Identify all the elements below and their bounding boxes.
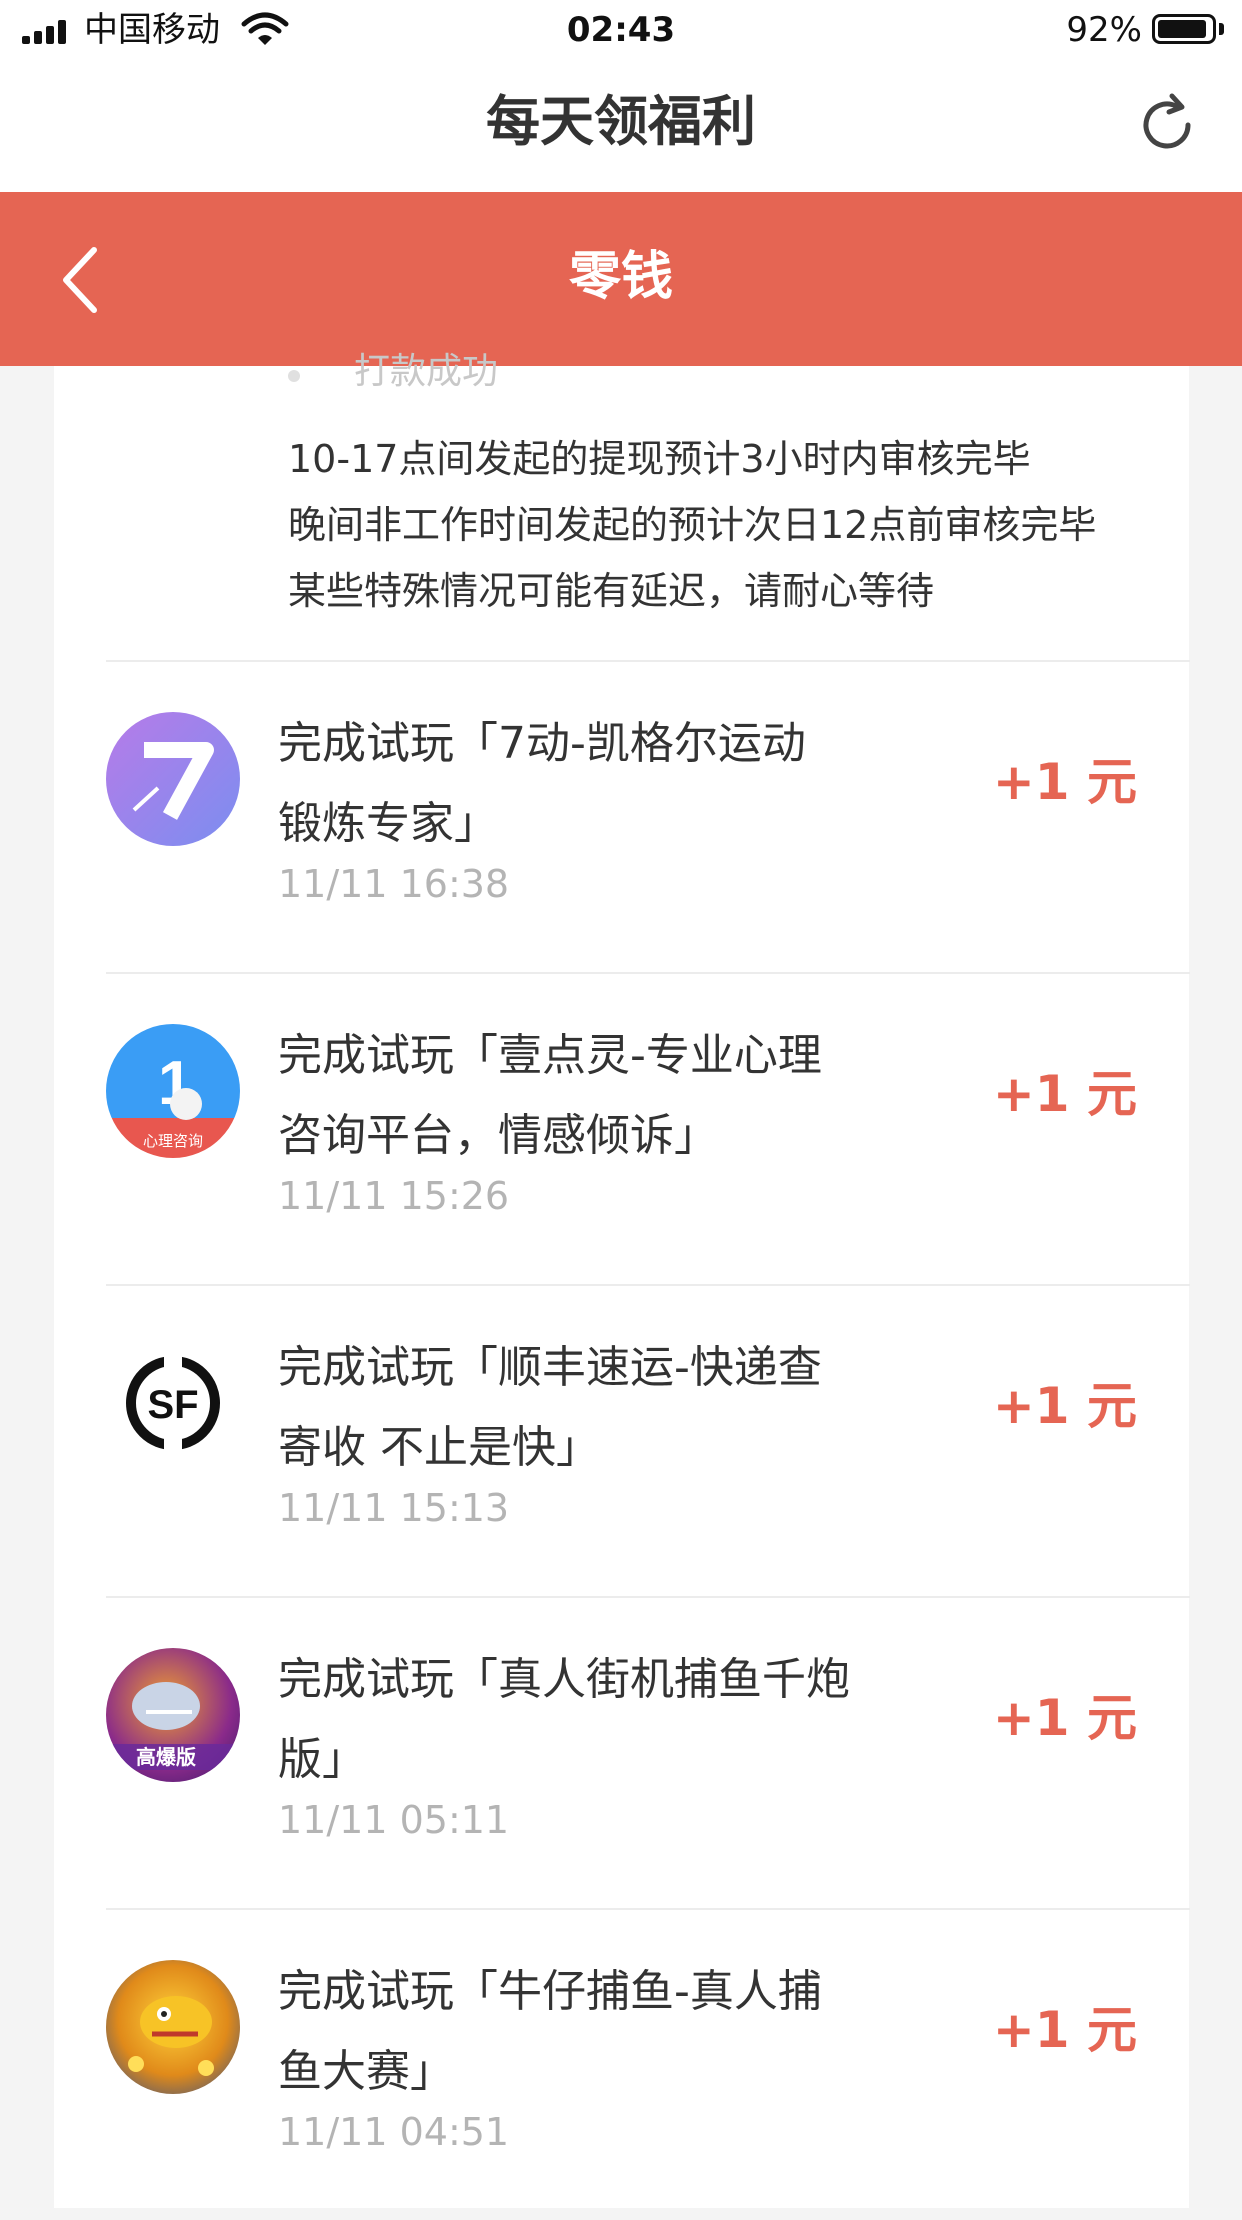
refresh-icon[interactable] xyxy=(1132,90,1202,160)
task-time: 11/11 05:11 xyxy=(278,1798,510,1842)
task-title-line2: 版」 xyxy=(278,1734,366,1785)
task-time: 11/11 16:38 xyxy=(278,862,510,906)
task-title-line2: 锻炼专家」 xyxy=(278,798,498,849)
app-sf-icon: SF xyxy=(106,1336,240,1470)
note-line: 晚间非工作时间发起的预计次日12点前审核完毕 xyxy=(288,503,1097,547)
task-time: 11/11 15:26 xyxy=(278,1174,510,1218)
task-title-line1: 完成试玩「牛仔捕鱼-真人捕 xyxy=(278,1966,822,2017)
note-line: 某些特殊情况可能有延迟，请耐心等待 xyxy=(288,569,935,613)
app-icon-label: 心理咨询 xyxy=(143,1132,203,1150)
task-title-line1: 完成试玩「顺丰速运-快递查 xyxy=(278,1342,822,1393)
header-title: 零钱 xyxy=(568,247,673,307)
task-title-line1: 完成试玩「7动-凯格尔运动 xyxy=(278,718,806,769)
app-cowboy-fishing-icon xyxy=(106,1960,240,2094)
task-title: 完成试玩「牛仔捕鱼-真人捕 鱼大赛」 xyxy=(278,1952,918,2112)
title-bar: 每天领福利 xyxy=(0,62,1242,192)
task-time: 11/11 04:51 xyxy=(278,2110,510,2154)
task-title: 完成试玩「顺丰速运-快递查 寄收 不止是快」 xyxy=(278,1328,918,1488)
task-title-line1: 完成试玩「壹点灵-专业心理 xyxy=(278,1030,822,1081)
task-row[interactable]: 1 心理咨询 完成试玩「壹点灵-专业心理 咨询平台，情感倾诉」 11/11 15… xyxy=(54,974,1189,1284)
battery-tip xyxy=(1219,23,1224,35)
battery-fill xyxy=(1158,20,1206,38)
peek-status-text: 打款成功 xyxy=(354,351,499,392)
task-reward: +1 元 xyxy=(992,2001,1137,2059)
task-reward: +1 元 xyxy=(992,753,1137,811)
task-title: 完成试玩「真人街机捕鱼千炮 版」 xyxy=(278,1640,918,1800)
task-reward: +1 元 xyxy=(992,1689,1137,1747)
task-reward: +1 元 xyxy=(992,1377,1137,1435)
battery-icon xyxy=(1152,14,1216,44)
withdraw-notes: 10-17点间发起的提现预计3小时内审核完毕 晚间非工作时间发起的预计次日12点… xyxy=(288,426,1168,624)
task-title-line2: 鱼大赛」 xyxy=(278,2046,454,2097)
app-yidianling-icon: 1 心理咨询 xyxy=(106,1024,240,1158)
task-reward: +1 元 xyxy=(992,1065,1137,1123)
task-row[interactable]: SF 完成试玩「顺丰速运-快递查 寄收 不止是快」 11/11 15:13 +1… xyxy=(54,1286,1189,1596)
task-row[interactable]: 完成试玩「牛仔捕鱼-真人捕 鱼大赛」 11/11 04:51 +1 元 xyxy=(54,1910,1189,2220)
task-time: 11/11 15:13 xyxy=(278,1486,510,1530)
status-bar: 中国移动 02:43 92% xyxy=(0,0,1242,62)
app-7dong-icon xyxy=(106,712,240,846)
page-title: 每天领福利 xyxy=(486,90,756,153)
note-line: 10-17点间发起的提现预计3小时内审核完毕 xyxy=(288,437,1031,481)
task-title-line2: 咨询平台，情感倾诉」 xyxy=(278,1110,718,1161)
battery-percent: 92% xyxy=(1066,10,1142,50)
transaction-card: 打款成功 10-17点间发起的提现预计3小时内审核完毕 晚间非工作时间发起的预计… xyxy=(54,352,1190,2208)
task-title-line1: 完成试玩「真人街机捕鱼千炮 xyxy=(278,1654,850,1705)
app-icon-label: 高爆版 xyxy=(136,1745,196,1769)
task-title: 完成试玩「7动-凯格尔运动 锻炼专家」 xyxy=(278,704,918,864)
status-dot xyxy=(288,370,300,382)
task-row[interactable]: 高爆版 完成试玩「真人街机捕鱼千炮 版」 11/11 05:11 +1 元 xyxy=(54,1598,1189,1908)
wallet-header: 零钱 xyxy=(0,192,1242,366)
task-title-line2: 寄收 不止是快」 xyxy=(278,1422,600,1473)
app-icon-label: SF xyxy=(147,1383,198,1427)
task-row[interactable]: 完成试玩「7动-凯格尔运动 锻炼专家」 11/11 16:38 +1 元 xyxy=(54,662,1189,972)
status-time: 02:43 xyxy=(566,10,676,50)
app-fishing-icon: 高爆版 xyxy=(106,1648,240,1782)
task-title: 完成试玩「壹点灵-专业心理 咨询平台，情感倾诉」 xyxy=(278,1016,918,1176)
